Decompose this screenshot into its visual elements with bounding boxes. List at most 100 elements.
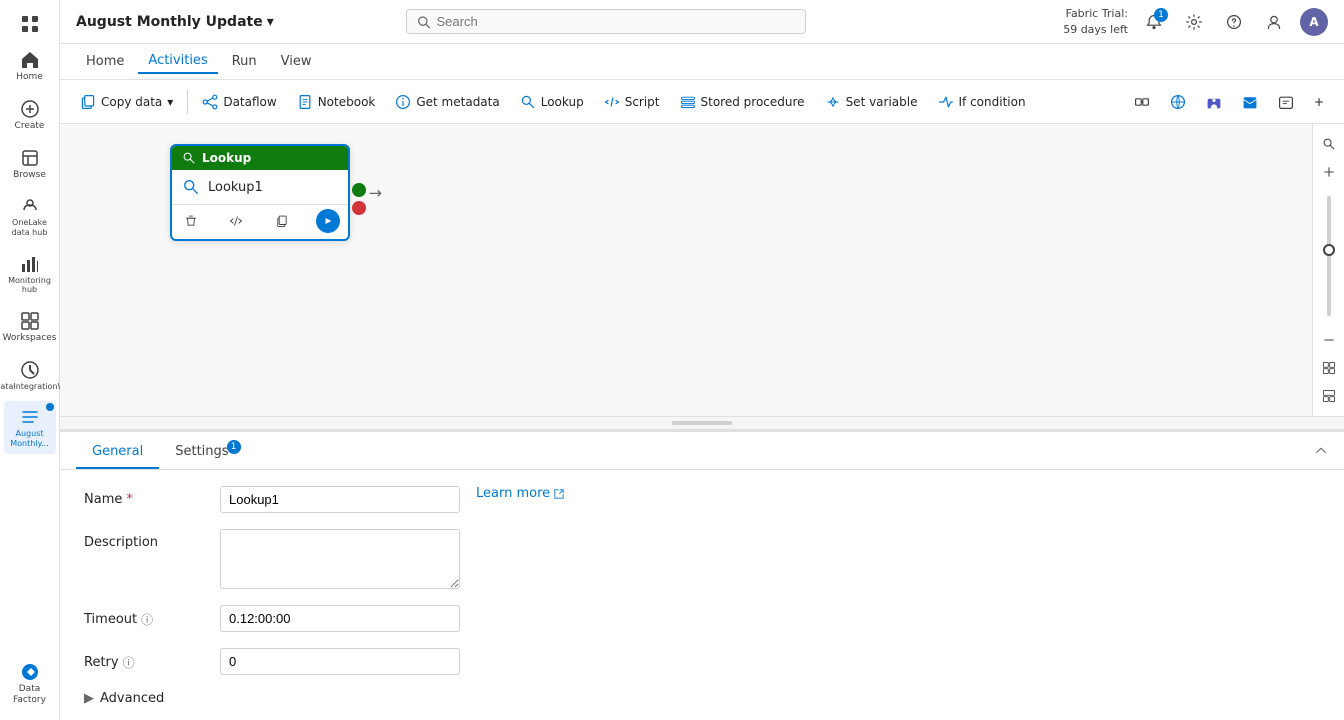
dataflow-icon	[202, 94, 218, 110]
node-name-label: Lookup1	[208, 180, 263, 195]
advanced-arrow-icon: ▶	[84, 691, 94, 706]
success-connector[interactable]	[352, 183, 366, 197]
sidebar-onelake-label: OneLake data hub	[8, 218, 52, 237]
menu-run[interactable]: Run	[222, 50, 267, 73]
help-icon[interactable]	[1220, 8, 1248, 36]
timeout-input[interactable]	[220, 605, 460, 632]
sidebar-item-workspaces[interactable]: Workspaces	[4, 305, 56, 350]
tab-general[interactable]: General	[76, 436, 159, 469]
form-row-timeout: Timeout ⓘ	[84, 605, 1320, 632]
settings-icon[interactable]	[1180, 8, 1208, 36]
sidebar-item-datafactory[interactable]: Data Factory	[4, 656, 56, 712]
search-input[interactable]	[437, 14, 796, 29]
advanced-toggle[interactable]: ▶ Advanced	[84, 691, 1320, 706]
set-variable-button[interactable]: Set variable	[817, 90, 926, 114]
toolbar-more-area: +	[1126, 90, 1332, 114]
script-icon	[604, 94, 620, 110]
node-go-button[interactable]	[316, 209, 340, 233]
notebook-button[interactable]: Notebook	[289, 90, 384, 114]
retry-label: Retry ⓘ	[84, 648, 204, 671]
node-code-button[interactable]	[225, 210, 247, 232]
menu-view[interactable]: View	[271, 50, 322, 73]
script-button[interactable]: Script	[596, 90, 668, 114]
pipeline-icon-1[interactable]	[1126, 90, 1158, 114]
sidebar-item-onelake[interactable]: OneLake data hub	[4, 190, 56, 243]
set-variable-icon	[825, 94, 841, 110]
description-input[interactable]	[220, 529, 460, 589]
search-canvas-button[interactable]	[1317, 132, 1341, 156]
settings-badge: 1	[227, 440, 241, 454]
name-input[interactable]	[220, 486, 460, 513]
bottom-form: Name * Learn more Description	[60, 470, 1344, 720]
globe-icon[interactable]	[1162, 90, 1194, 114]
get-metadata-button[interactable]: Get metadata	[387, 90, 507, 114]
if-condition-icon	[938, 94, 954, 110]
dataflow-button[interactable]: Dataflow	[194, 90, 284, 114]
search-bar[interactable]	[406, 9, 806, 34]
notification-bell[interactable]: 1	[1140, 8, 1168, 36]
menu-activities[interactable]: Activities	[138, 49, 217, 74]
timeout-info-icon[interactable]: ⓘ	[141, 611, 153, 628]
zoom-out-button[interactable]	[1317, 328, 1341, 352]
external-link-icon	[553, 488, 565, 500]
node-type-label: Lookup	[202, 151, 251, 165]
node-delete-button[interactable]	[180, 210, 202, 232]
sidebar-item-monitoring[interactable]: Monitoring hub	[4, 248, 56, 301]
outlook-icon[interactable]	[1234, 90, 1266, 114]
sidebar-item-home[interactable]: Home	[4, 44, 56, 89]
sidebar-item-august[interactable]: August Monthly...	[4, 401, 56, 454]
left-sidebar: Home Create Browse OneLake data hub Moni…	[0, 0, 60, 720]
failure-connector[interactable]	[352, 201, 366, 215]
search-icon	[417, 15, 430, 29]
top-right-area: Fabric Trial: 59 days left 1 A	[1063, 6, 1328, 37]
node-arrow: →	[369, 183, 382, 202]
get-metadata-icon	[395, 94, 411, 110]
notification-badge: 1	[1154, 8, 1168, 22]
copy-data-button[interactable]: Copy data ▾	[72, 90, 181, 114]
add-more-button[interactable]: +	[1306, 91, 1332, 113]
bottom-tabs: General Settings 1	[76, 436, 245, 469]
bottom-panel-header: General Settings 1	[60, 432, 1344, 470]
pipeline-node: Lookup Lookup1	[170, 144, 350, 241]
required-star: *	[126, 492, 133, 507]
copy-data-icon	[80, 94, 96, 110]
user-profile-icon[interactable]	[1260, 8, 1288, 36]
teams-icon[interactable]	[1198, 90, 1230, 114]
node-search-icon	[182, 178, 200, 196]
sidebar-item-browse[interactable]: Browse	[4, 142, 56, 187]
top-bar: August Monthly Update ▾ Fabric Trial: 59…	[60, 0, 1344, 44]
form-row-description: Description	[84, 529, 1320, 589]
retry-input[interactable]	[220, 648, 460, 675]
menu-home[interactable]: Home	[76, 50, 134, 73]
sidebar-datafactory-label: Data Factory	[8, 684, 52, 706]
fit-view-button[interactable]	[1317, 356, 1341, 380]
zoom-slider[interactable]	[1327, 188, 1331, 324]
tab-settings[interactable]: Settings 1	[159, 436, 244, 469]
description-label: Description	[84, 529, 204, 550]
learn-more-link[interactable]: Learn more	[476, 486, 565, 501]
form-row-retry: Retry ⓘ	[84, 648, 1320, 675]
app-icon[interactable]	[1270, 90, 1302, 114]
user-avatar[interactable]: A	[1300, 8, 1328, 36]
sidebar-item-mydata[interactable]: myDataIntegrationWo...	[4, 354, 56, 398]
collapse-panel-button[interactable]	[1314, 444, 1328, 462]
name-label: Name *	[84, 486, 204, 507]
sidebar-item-grid[interactable]	[4, 8, 56, 40]
sidebar-monitoring-label: Monitoring hub	[8, 276, 52, 295]
notebook-icon	[297, 94, 313, 110]
project-title[interactable]: August Monthly Update ▾	[76, 14, 274, 30]
node-copy-button[interactable]	[271, 210, 293, 232]
sidebar-home-label: Home	[16, 72, 43, 83]
toolbar-sep-1	[187, 90, 188, 114]
zoom-in-button[interactable]	[1317, 160, 1341, 184]
divider-handle[interactable]	[672, 421, 732, 425]
layout-button[interactable]	[1317, 384, 1341, 408]
sidebar-item-create[interactable]: Create	[4, 93, 56, 138]
if-condition-button[interactable]: If condition	[930, 90, 1034, 114]
lookup-node-icon	[182, 151, 196, 165]
stored-procedure-button[interactable]: Stored procedure	[672, 90, 813, 114]
retry-info-icon[interactable]: ⓘ	[123, 654, 135, 671]
lookup-button[interactable]: Lookup	[512, 90, 592, 114]
panel-divider[interactable]	[60, 416, 1344, 430]
bottom-panel: General Settings 1 Name *	[60, 430, 1344, 720]
